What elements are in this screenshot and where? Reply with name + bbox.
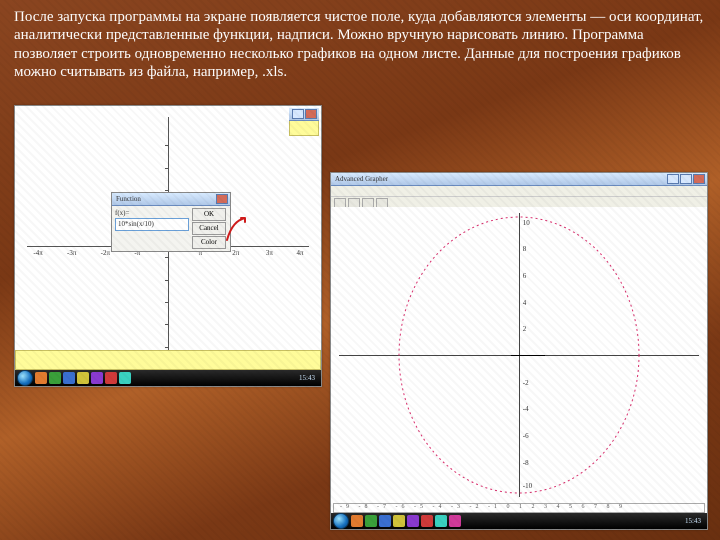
close-icon[interactable] <box>693 174 705 184</box>
x-tick: -3π <box>67 249 76 257</box>
taskbar-icon[interactable] <box>105 372 117 384</box>
x-tick: -4π <box>33 249 42 257</box>
y-tick: 4 <box>523 299 527 307</box>
taskbar-clock: 15:43 <box>299 374 319 382</box>
y-tick: 8 <box>523 245 527 253</box>
y-tick: -6 <box>523 432 529 440</box>
taskbar-icon[interactable] <box>407 515 419 527</box>
taskbar-icon[interactable] <box>35 372 47 384</box>
slide-root: После запуска программы на экране появля… <box>0 0 720 540</box>
taskbar-icon[interactable] <box>435 515 447 527</box>
window-title: Advanced Grapher <box>335 175 388 183</box>
y-tick: -8 <box>523 459 529 467</box>
x-tick: -2π <box>101 249 110 257</box>
start-orb[interactable] <box>333 513 349 529</box>
menu-bar[interactable] <box>331 186 707 197</box>
taskbar-icon[interactable] <box>91 372 103 384</box>
taskbar-icon[interactable] <box>421 515 433 527</box>
taskbar-icon[interactable] <box>449 515 461 527</box>
screenshot-2: Advanced Grapher 10 8 6 <box>330 172 708 530</box>
function-input[interactable]: 10*sin(x/10) <box>115 218 189 231</box>
func-label: f(x)= <box>115 209 129 217</box>
ok-button[interactable]: OK <box>192 208 226 221</box>
x-tick: 4π <box>297 249 304 257</box>
color-button[interactable]: Color <box>192 236 226 249</box>
function-value: 10*sin(x/10) <box>118 220 154 228</box>
ruler-marks: -9 -8 -7 -6 -5 -4 -3 -2 -1 0 1 2 3 4 5 6… <box>334 504 626 510</box>
status-strip <box>15 350 321 370</box>
dialog-title: Function <box>116 195 141 203</box>
x-tick: 3π <box>266 249 273 257</box>
function-dialog: Function f(x)= 10*sin(x/10) OK Cancel Co… <box>111 192 231 252</box>
start-orb[interactable] <box>17 370 33 386</box>
cancel-button[interactable]: Cancel <box>192 222 226 235</box>
window-titlebar[interactable]: Advanced Grapher <box>331 173 707 186</box>
taskbar-2[interactable]: 15:43 <box>331 513 707 529</box>
y-tick: 10 <box>523 219 530 227</box>
taskbar-1[interactable]: 15:43 <box>15 370 321 386</box>
paragraph: После запуска программы на экране появля… <box>14 8 706 81</box>
taskbar-clock: 15:43 <box>685 517 705 525</box>
y-tick: -10 <box>523 482 532 490</box>
y-tick: 6 <box>523 272 527 280</box>
y-tick: -4 <box>523 405 529 413</box>
ruler: -9 -8 -7 -6 -5 -4 -3 -2 -1 0 1 2 3 4 5 6… <box>333 503 705 513</box>
minimize-icon[interactable] <box>667 174 679 184</box>
x-tick: 2π <box>232 249 239 257</box>
y-tick: -2 <box>523 379 529 387</box>
taskbar-icon[interactable] <box>119 372 131 384</box>
screenshot-1: -4π -3π -2π -π π 2π 3π 4π Function f(x)=… <box>14 105 322 387</box>
dialog-titlebar[interactable]: Function <box>112 193 230 206</box>
taskbar-icon[interactable] <box>77 372 89 384</box>
taskbar-icon[interactable] <box>49 372 61 384</box>
plot-area-2: 10 8 6 4 2 -2 -4 -6 -8 -10 <box>331 207 707 503</box>
y-tick: 2 <box>523 325 527 333</box>
line-segment <box>511 355 545 356</box>
taskbar-icon[interactable] <box>379 515 391 527</box>
taskbar-icon[interactable] <box>63 372 75 384</box>
close-icon[interactable] <box>216 194 228 204</box>
taskbar-icon[interactable] <box>365 515 377 527</box>
maximize-icon[interactable] <box>680 174 692 184</box>
window-fragment <box>289 108 319 136</box>
taskbar-icon[interactable] <box>393 515 405 527</box>
taskbar-icon[interactable] <box>351 515 363 527</box>
